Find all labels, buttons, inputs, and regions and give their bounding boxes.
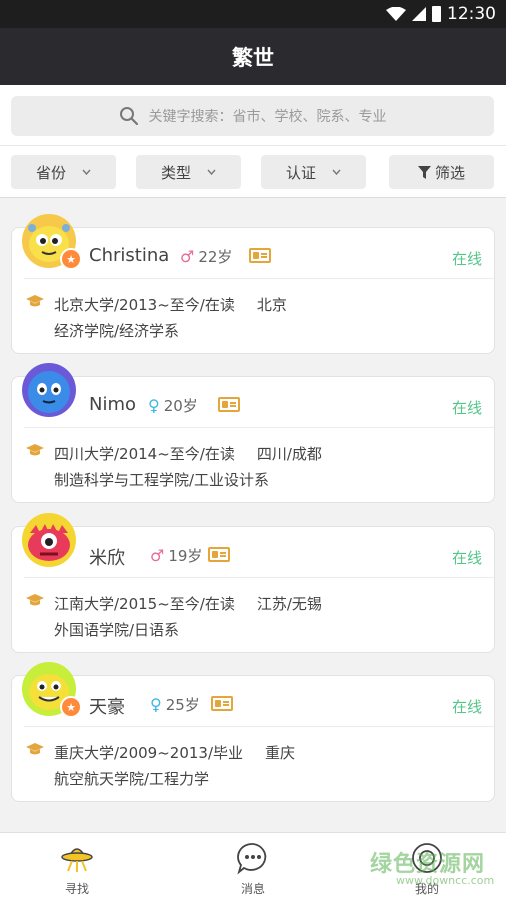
chevron-down-icon bbox=[82, 169, 91, 175]
user-city: 北京 bbox=[256, 296, 287, 314]
filter-province-label: 省份 bbox=[35, 163, 66, 182]
divider bbox=[24, 577, 494, 578]
bottom-tab-bar: 寻找 消息 我的 bbox=[0, 832, 506, 900]
school-line: 重庆大学/2009~2013/毕业 bbox=[54, 744, 244, 762]
search-area: 关键字搜索：省市、学校、院系、专业 bbox=[0, 85, 506, 145]
filter-button-label: 筛选 bbox=[434, 163, 465, 182]
user-name: Christina bbox=[89, 245, 170, 266]
school-info: 江南大学/2015~至今/在读 江苏/无锡 bbox=[54, 593, 322, 614]
user-name: 天豪 bbox=[89, 697, 125, 718]
avatar[interactable]: ★ bbox=[22, 214, 82, 270]
school-line: 北京大学/2013~至今/在读 bbox=[54, 296, 235, 314]
graduation-cap-icon bbox=[26, 295, 44, 307]
id-card-icon bbox=[249, 248, 271, 263]
user-card[interactable]: ★ Christina ♂ 22岁 在线 北京大学/2013~至今/在读 北京 经… bbox=[11, 214, 495, 354]
gender-age: ♂ 22岁 bbox=[180, 246, 232, 267]
divider bbox=[24, 278, 494, 279]
female-icon: ♀ bbox=[150, 695, 162, 714]
verified-badge-icon: ★ bbox=[60, 696, 82, 718]
chevron-down-icon bbox=[332, 169, 341, 175]
school-info: 重庆大学/2009~2013/毕业 重庆 bbox=[54, 742, 295, 763]
filter-type[interactable]: 类型 bbox=[136, 155, 241, 189]
tab-profile-label: 我的 bbox=[414, 882, 439, 896]
male-icon: ♂ bbox=[150, 546, 165, 565]
status-bar: 12:30 bbox=[0, 0, 506, 28]
avatar-monster-icon bbox=[22, 513, 76, 567]
avatar[interactable] bbox=[22, 363, 76, 417]
filter-bar: 省份 类型 认证 筛选 bbox=[0, 145, 506, 198]
id-card-icon bbox=[208, 547, 230, 562]
user-city: 重庆 bbox=[265, 744, 296, 762]
user-age: 19岁 bbox=[168, 547, 203, 565]
avatar[interactable] bbox=[22, 513, 76, 567]
wifi-icon bbox=[386, 7, 406, 21]
id-card-icon bbox=[211, 696, 233, 711]
user-card[interactable]: 米欣 ♂ 19岁 在线 江南大学/2015~至今/在读 江苏/无锡 外国语学院/日… bbox=[11, 513, 495, 653]
verified-badge-icon: ★ bbox=[60, 248, 82, 270]
status-time: 12:30 bbox=[447, 4, 496, 24]
graduation-cap-icon bbox=[26, 444, 44, 456]
signal-icon bbox=[412, 7, 426, 21]
filter-verification[interactable]: 认证 bbox=[261, 155, 366, 189]
online-status: 在线 bbox=[451, 250, 482, 268]
filter-button[interactable]: 筛选 bbox=[389, 155, 494, 189]
user-age: 20岁 bbox=[163, 397, 198, 415]
id-card-icon bbox=[218, 397, 240, 412]
school-line: 江南大学/2015~至今/在读 bbox=[54, 595, 235, 613]
search-icon bbox=[119, 107, 138, 126]
school-info: 四川大学/2014~至今/在读 四川/成都 bbox=[54, 443, 322, 464]
gender-age: ♂ 19岁 bbox=[150, 545, 202, 566]
title-bar: 繁世 bbox=[0, 28, 506, 85]
gender-age: ♀ 25岁 bbox=[150, 694, 200, 715]
filter-verification-label: 认证 bbox=[285, 163, 316, 182]
filter-type-label: 类型 bbox=[160, 163, 191, 182]
graduation-cap-icon bbox=[26, 594, 44, 606]
tab-messages[interactable]: 消息 bbox=[213, 833, 293, 900]
online-status: 在线 bbox=[451, 698, 482, 716]
user-age: 22岁 bbox=[198, 248, 233, 266]
female-icon: ♀ bbox=[148, 396, 160, 415]
user-name: Nimo bbox=[89, 394, 137, 415]
school-line: 四川大学/2014~至今/在读 bbox=[54, 445, 235, 463]
tab-find[interactable]: 寻找 bbox=[37, 833, 117, 900]
tab-find-label: 寻找 bbox=[64, 882, 89, 896]
ufo-icon bbox=[61, 848, 93, 872]
page-title: 繁世 bbox=[232, 45, 274, 70]
user-city: 江苏/无锡 bbox=[256, 595, 322, 613]
chat-icon bbox=[237, 843, 267, 875]
graduation-cap-icon bbox=[26, 743, 44, 755]
user-age: 25岁 bbox=[165, 696, 200, 714]
department-line: 经济学院/经济学系 bbox=[54, 322, 180, 340]
user-name: 米欣 bbox=[89, 548, 125, 569]
department-line: 航空航天学院/工程力学 bbox=[54, 770, 210, 788]
user-card[interactable]: Nimo ♀ 20岁 在线 四川大学/2014~至今/在读 四川/成都 制造科学与… bbox=[11, 363, 495, 503]
search-placeholder: 关键字搜索：省市、学校、院系、专业 bbox=[148, 109, 387, 125]
male-icon: ♂ bbox=[180, 247, 195, 266]
tab-messages-label: 消息 bbox=[240, 882, 265, 896]
search-input[interactable]: 关键字搜索：省市、学校、院系、专业 bbox=[11, 96, 494, 136]
user-city: 四川/成都 bbox=[256, 445, 322, 463]
divider bbox=[24, 427, 494, 428]
user-card[interactable]: ★ 天豪 ♀ 25岁 在线 重庆大学/2009~2013/毕业 重庆 航空航天学院… bbox=[11, 662, 495, 802]
battery-icon bbox=[432, 6, 441, 22]
avatar-monster-icon bbox=[22, 363, 76, 417]
funnel-icon bbox=[417, 165, 431, 179]
school-info: 北京大学/2013~至今/在读 北京 bbox=[54, 294, 287, 315]
department-line: 外国语学院/日语系 bbox=[54, 621, 180, 639]
chevron-down-icon bbox=[207, 169, 216, 175]
avatar[interactable]: ★ bbox=[22, 662, 82, 718]
profile-icon bbox=[412, 843, 442, 873]
online-status: 在线 bbox=[451, 549, 482, 567]
department-line: 制造科学与工程学院/工业设计系 bbox=[54, 471, 270, 489]
tab-profile[interactable]: 我的 bbox=[387, 833, 467, 900]
online-status: 在线 bbox=[451, 399, 482, 417]
filter-province[interactable]: 省份 bbox=[11, 155, 116, 189]
divider bbox=[24, 726, 494, 727]
gender-age: ♀ 20岁 bbox=[148, 395, 198, 416]
